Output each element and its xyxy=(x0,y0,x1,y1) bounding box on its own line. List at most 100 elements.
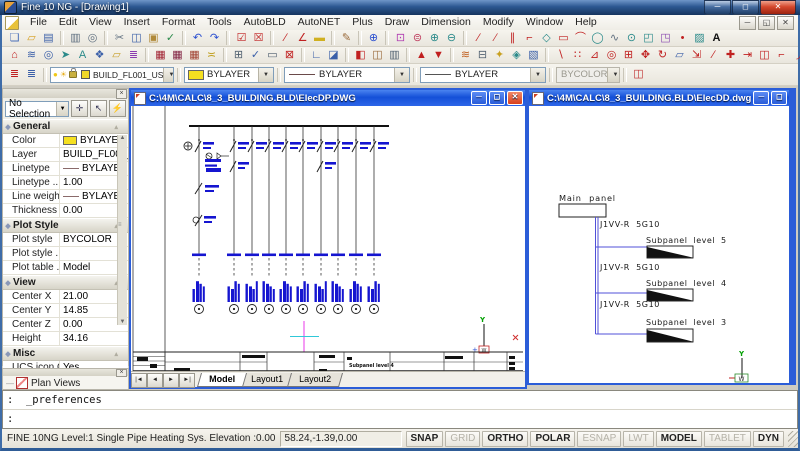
tab-next-button[interactable]: ► xyxy=(163,373,179,388)
text-icon[interactable]: A xyxy=(708,31,725,46)
layer-lock-icon[interactable] xyxy=(69,71,77,78)
save-icon[interactable]: ▤ xyxy=(40,31,57,46)
property-row[interactable]: Thickness0.00 xyxy=(3,204,128,218)
construction-line-icon[interactable]: ∕ xyxy=(487,31,504,46)
mdi-close-button[interactable]: ✕ xyxy=(777,16,794,30)
menu-view[interactable]: View xyxy=(83,16,118,28)
navigate-icon[interactable]: ◈ xyxy=(508,48,525,63)
lengthen-icon[interactable]: ∕ xyxy=(705,48,722,63)
toggle-esnap[interactable]: ESNAP xyxy=(577,431,621,447)
drawing-recheck-icon[interactable]: ☒ xyxy=(250,31,267,46)
print-preview-icon[interactable]: ◎ xyxy=(84,31,101,46)
child-maximize-button[interactable]: ◻ xyxy=(771,91,787,105)
scale-icon[interactable]: ▱ xyxy=(671,48,688,63)
property-row[interactable]: Plot style ... xyxy=(3,247,128,261)
layer-on-icon[interactable]: ● xyxy=(53,70,58,79)
command-line-panel[interactable]: : _preferences : xyxy=(2,390,798,429)
linetypes-icon[interactable]: ≋ xyxy=(457,48,474,63)
mdi-minimize-button[interactable]: ─ xyxy=(739,16,756,30)
property-row[interactable]: LayerBUILD_FL001_ xyxy=(3,148,128,162)
match-properties-icon[interactable]: ✓ xyxy=(162,31,179,46)
bld-building-icon[interactable]: ⌂ xyxy=(6,48,23,63)
zoom-window-icon[interactable]: ⊡ xyxy=(392,31,409,46)
elecdd-canvas[interactable]: Main panelJ1VV-R 5G10Subpanel level 5J1V… xyxy=(529,106,789,383)
command-prompt[interactable]: : xyxy=(3,410,797,428)
net-panel-2-icon[interactable]: ▦ xyxy=(169,48,186,63)
menu-draw[interactable]: Draw xyxy=(379,16,416,28)
app-menu-icon[interactable] xyxy=(5,16,19,30)
toggle-dyn[interactable]: DYN xyxy=(753,431,784,447)
menu-insert[interactable]: Insert xyxy=(118,16,156,28)
property-row[interactable]: Height34.16 xyxy=(3,332,128,346)
ucs-settings-icon[interactable]: ◪ xyxy=(325,48,342,63)
tab-layout2[interactable]: Layout2 xyxy=(287,373,343,387)
property-row[interactable]: Plot styleBYCOLOR xyxy=(3,233,128,247)
ellipse-icon[interactable]: ⊙ xyxy=(623,31,640,46)
circle-icon[interactable]: ◯ xyxy=(589,31,606,46)
menu-help[interactable]: Help xyxy=(569,16,603,28)
linetype-combo[interactable]: BYLAYER ▼ xyxy=(284,67,410,83)
layer-previous-icon[interactable]: ≣ xyxy=(23,67,40,82)
titlebar[interactable]: Fine 10 NG - [Drawing1] ─ ◻ ✕ xyxy=(0,0,800,15)
zoom-out-icon[interactable]: ⊖ xyxy=(443,31,460,46)
point-icon[interactable]: • xyxy=(674,31,691,46)
named-views-icon[interactable]: ✓ xyxy=(247,48,264,63)
plan-views-header[interactable]: × xyxy=(3,369,128,376)
tab-first-button[interactable]: |◄ xyxy=(131,373,147,388)
child-minimize-button[interactable]: ─ xyxy=(471,91,487,105)
toggle-snap[interactable]: SNAP xyxy=(406,431,444,447)
mirror-icon[interactable]: ⊿ xyxy=(586,48,603,63)
menu-edit[interactable]: Edit xyxy=(53,16,83,28)
chevron-down-icon[interactable]: ▼ xyxy=(56,102,68,116)
insert-block-icon[interactable]: ◰ xyxy=(640,31,657,46)
bld-zoom-plan-icon[interactable]: ◎ xyxy=(40,48,57,63)
page-setup-icon[interactable]: ▥ xyxy=(386,48,403,63)
tab-model[interactable]: Model xyxy=(197,373,247,387)
child-maximize-button[interactable]: ◻ xyxy=(489,91,505,105)
property-row[interactable]: Line weightBYLAYER xyxy=(3,190,128,204)
polygon-icon[interactable]: ◇ xyxy=(538,31,555,46)
multiline-icon[interactable]: ∥ xyxy=(504,31,521,46)
child-minimize-button[interactable]: ─ xyxy=(753,91,769,105)
print-icon[interactable]: ▥ xyxy=(67,31,84,46)
select-objects-button[interactable]: ↖ xyxy=(90,100,107,117)
toolbox-icon[interactable]: ✦ xyxy=(491,48,508,63)
selection-combo[interactable]: No Selection ▼ xyxy=(5,101,69,117)
property-row[interactable]: Center Z0.00 xyxy=(3,318,128,332)
bld-symbols-icon[interactable]: ❖ xyxy=(91,48,108,63)
array-icon[interactable]: ⊞ xyxy=(620,48,637,63)
property-row[interactable]: LinetypeBYLAYER xyxy=(3,162,128,176)
sketch-icon[interactable]: ✎ xyxy=(338,31,355,46)
zoom-realtime-icon[interactable]: ⊕ xyxy=(365,31,382,46)
bld-layers-icon[interactable]: ≣ xyxy=(125,48,142,63)
spline-icon[interactable]: ∿ xyxy=(606,31,623,46)
elecdp-titlebar[interactable]: C:\4M\CALC\8_3_BUILDING.BLD\ElecDP.DWG ─… xyxy=(131,90,525,106)
toggle-pickadd-button[interactable]: ✛ xyxy=(71,100,88,117)
fillet-icon[interactable]: ◞ xyxy=(790,48,800,63)
chevron-down-icon[interactable]: ▼ xyxy=(530,68,545,82)
menu-format[interactable]: Format xyxy=(156,16,201,28)
redo-icon[interactable]: ↷ xyxy=(206,31,223,46)
viewports-icon[interactable]: ⊞ xyxy=(230,48,247,63)
stretch-icon[interactable]: ⇲ xyxy=(688,48,705,63)
offset-icon[interactable]: ◎ xyxy=(603,48,620,63)
mdi-restore-button[interactable]: ◱ xyxy=(758,16,775,30)
toggle-ortho[interactable]: ORTHO xyxy=(482,431,528,447)
layer-combo[interactable]: ● ☀ BUILD_FL001_US ▼ xyxy=(50,67,174,83)
collapse-icon[interactable]: ▴ xyxy=(114,123,118,131)
chevron-down-icon[interactable]: ▼ xyxy=(258,68,273,82)
menu-tools[interactable]: Tools xyxy=(201,16,238,28)
section-header[interactable]: ◆Plot Style▴ xyxy=(3,218,128,233)
ruler-icon[interactable]: ▬ xyxy=(311,31,328,46)
single-viewport-icon[interactable]: ▭ xyxy=(264,48,281,63)
make-block-icon[interactable]: ◳ xyxy=(657,31,674,46)
toggle-grid[interactable]: GRID xyxy=(445,431,480,447)
new-icon[interactable]: ❏ xyxy=(6,31,23,46)
bld-elevations-icon[interactable]: ≋ xyxy=(23,48,40,63)
net-legend-icon[interactable]: ≍ xyxy=(203,48,220,63)
chamfer-icon[interactable]: ⌐ xyxy=(773,48,790,63)
zoom-in-icon[interactable]: ⊕ xyxy=(426,31,443,46)
minimize-button[interactable]: ─ xyxy=(704,0,731,15)
cut-icon[interactable]: ✂ xyxy=(111,31,128,46)
toggle-model[interactable]: MODEL xyxy=(656,431,702,447)
